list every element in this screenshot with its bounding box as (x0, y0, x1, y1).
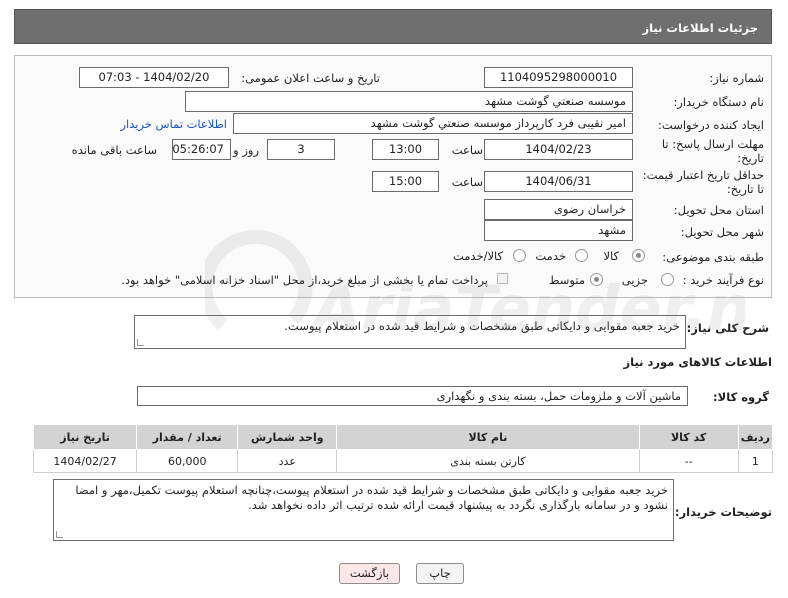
buyer-notes-label: توضیحات خریدار: (674, 505, 772, 519)
table-row: 1 -- کارتن بسته بندی عدد 60,000 1404/02/… (32, 449, 774, 473)
category-label: طبقه بندی موضوعی: (662, 250, 764, 264)
deadline-time-field: 13:00 (372, 139, 439, 160)
goods-group-label: گروه کالا: (713, 390, 769, 404)
buyer-contact-link[interactable]: اطلاعات تماس خریدار (120, 117, 227, 131)
description-text: خرید جعبه مقوایی و دایکاتی طبق مشخصات و … (284, 319, 680, 333)
goods-group-field: ماشین آلات و ملزومات حمل، بسته بندی و نگ… (137, 386, 688, 406)
treasury-payment-note: پرداخت تمام یا بخشی از مبلغ خرید،از محل … (121, 273, 488, 287)
days-label: روز و (233, 143, 259, 157)
cell-date: 1404/02/27 (32, 449, 138, 473)
buyer-notes-textarea: خرید جعبه مقوایی و دایکاتی طبق مشخصات و … (53, 479, 674, 541)
category-goods-radio[interactable] (632, 249, 645, 262)
process-label: نوع فرآیند خرید : (682, 273, 764, 287)
cell-name: کارتن بسته بندی (336, 449, 640, 473)
province-field: خراسان رضوی (484, 199, 633, 220)
goods-table: ردیف کد کالا نام کالا واحد شمارش تعداد /… (32, 424, 774, 473)
resize-grip-icon[interactable] (56, 531, 63, 538)
announce-date-field: 1404/02/20 - 07:03 (79, 67, 229, 88)
process-partial-label: جزیی (621, 273, 648, 287)
deadline-time-label: ساعت (451, 143, 483, 157)
col-qty: تعداد / مقدار (136, 424, 239, 450)
announce-date-label: تاریخ و ساعت اعلان عمومی: (241, 71, 380, 85)
back-button[interactable]: بازگشت (339, 563, 400, 584)
need-number-field: 1104095298000010 (484, 67, 633, 88)
remaining-time-field: 05:26:07 (172, 139, 231, 160)
category-goods-label: کالا (603, 249, 619, 263)
cell-code: -- (638, 449, 739, 473)
col-unit: واحد شمارش (237, 424, 338, 450)
validity-label-date: تا تاریخ: (726, 182, 764, 196)
print-button[interactable]: چاپ (416, 563, 464, 584)
goods-section-title: اطلاعات کالاهای مورد نیاز (623, 355, 772, 369)
category-both-label: کالا/خدمت (452, 249, 503, 263)
deadline-label: مهلت ارسال پاسخ: تا (661, 137, 764, 151)
validity-time-field: 15:00 (372, 171, 439, 192)
goods-table-header: ردیف کد کالا نام کالا واحد شمارش تعداد /… (32, 424, 774, 450)
process-medium-radio[interactable] (590, 273, 603, 286)
col-name: نام کالا (336, 424, 640, 450)
description-label: شرح کلی نیاز: (686, 321, 769, 335)
cell-qty: 60,000 (136, 449, 239, 473)
requester-label: ایجاد کننده درخواست: (658, 118, 764, 132)
page-header: جزئیات اطلاعات نیاز (14, 9, 772, 44)
process-medium-label: متوسط (548, 273, 585, 287)
cell-unit: عدد (237, 449, 338, 473)
province-label: استان محل تحویل: (673, 203, 764, 217)
buyer-notes-text: خرید جعبه مقوایی و دایکاتی طبق مشخصات و … (75, 483, 668, 512)
remaining-days-field: 3 (267, 139, 335, 160)
validity-label: حداقل تاریخ اعتبار قیمت: (642, 168, 764, 182)
resize-grip-icon[interactable] (137, 339, 144, 346)
deadline-label-date: تاریخ: (737, 151, 764, 165)
requester-field: امیر نقیبی فرد کارپرداز موسسه صنعتي گوشت… (233, 113, 633, 134)
col-date: تاریخ نیاز (32, 424, 138, 450)
remaining-label: ساعت باقی مانده (71, 143, 157, 157)
need-number-label: شماره نیاز: (709, 71, 764, 85)
category-service-radio[interactable] (575, 249, 588, 262)
deadline-date-field: 1404/02/23 (484, 139, 633, 160)
treasury-payment-checkbox[interactable] (497, 273, 508, 284)
col-code: کد کالا (638, 424, 739, 450)
category-both-radio[interactable] (513, 249, 526, 262)
col-row: ردیف (737, 424, 774, 450)
buyer-org-label: نام دستگاه خریدار: (673, 95, 764, 109)
process-partial-radio[interactable] (661, 273, 674, 286)
city-label: شهر محل تحویل: (680, 225, 764, 239)
validity-time-label: ساعت (451, 175, 483, 189)
cell-row: 1 (737, 449, 774, 473)
buyer-org-field: موسسه صنعتي گوشت مشهد (185, 91, 633, 112)
category-service-label: خدمت (535, 249, 566, 263)
page-title: جزئیات اطلاعات نیاز (642, 21, 758, 35)
city-field: مشهد (484, 220, 633, 241)
description-textarea: خرید جعبه مقوایی و دایکاتی طبق مشخصات و … (134, 315, 686, 349)
validity-date-field: 1404/06/31 (484, 171, 633, 192)
